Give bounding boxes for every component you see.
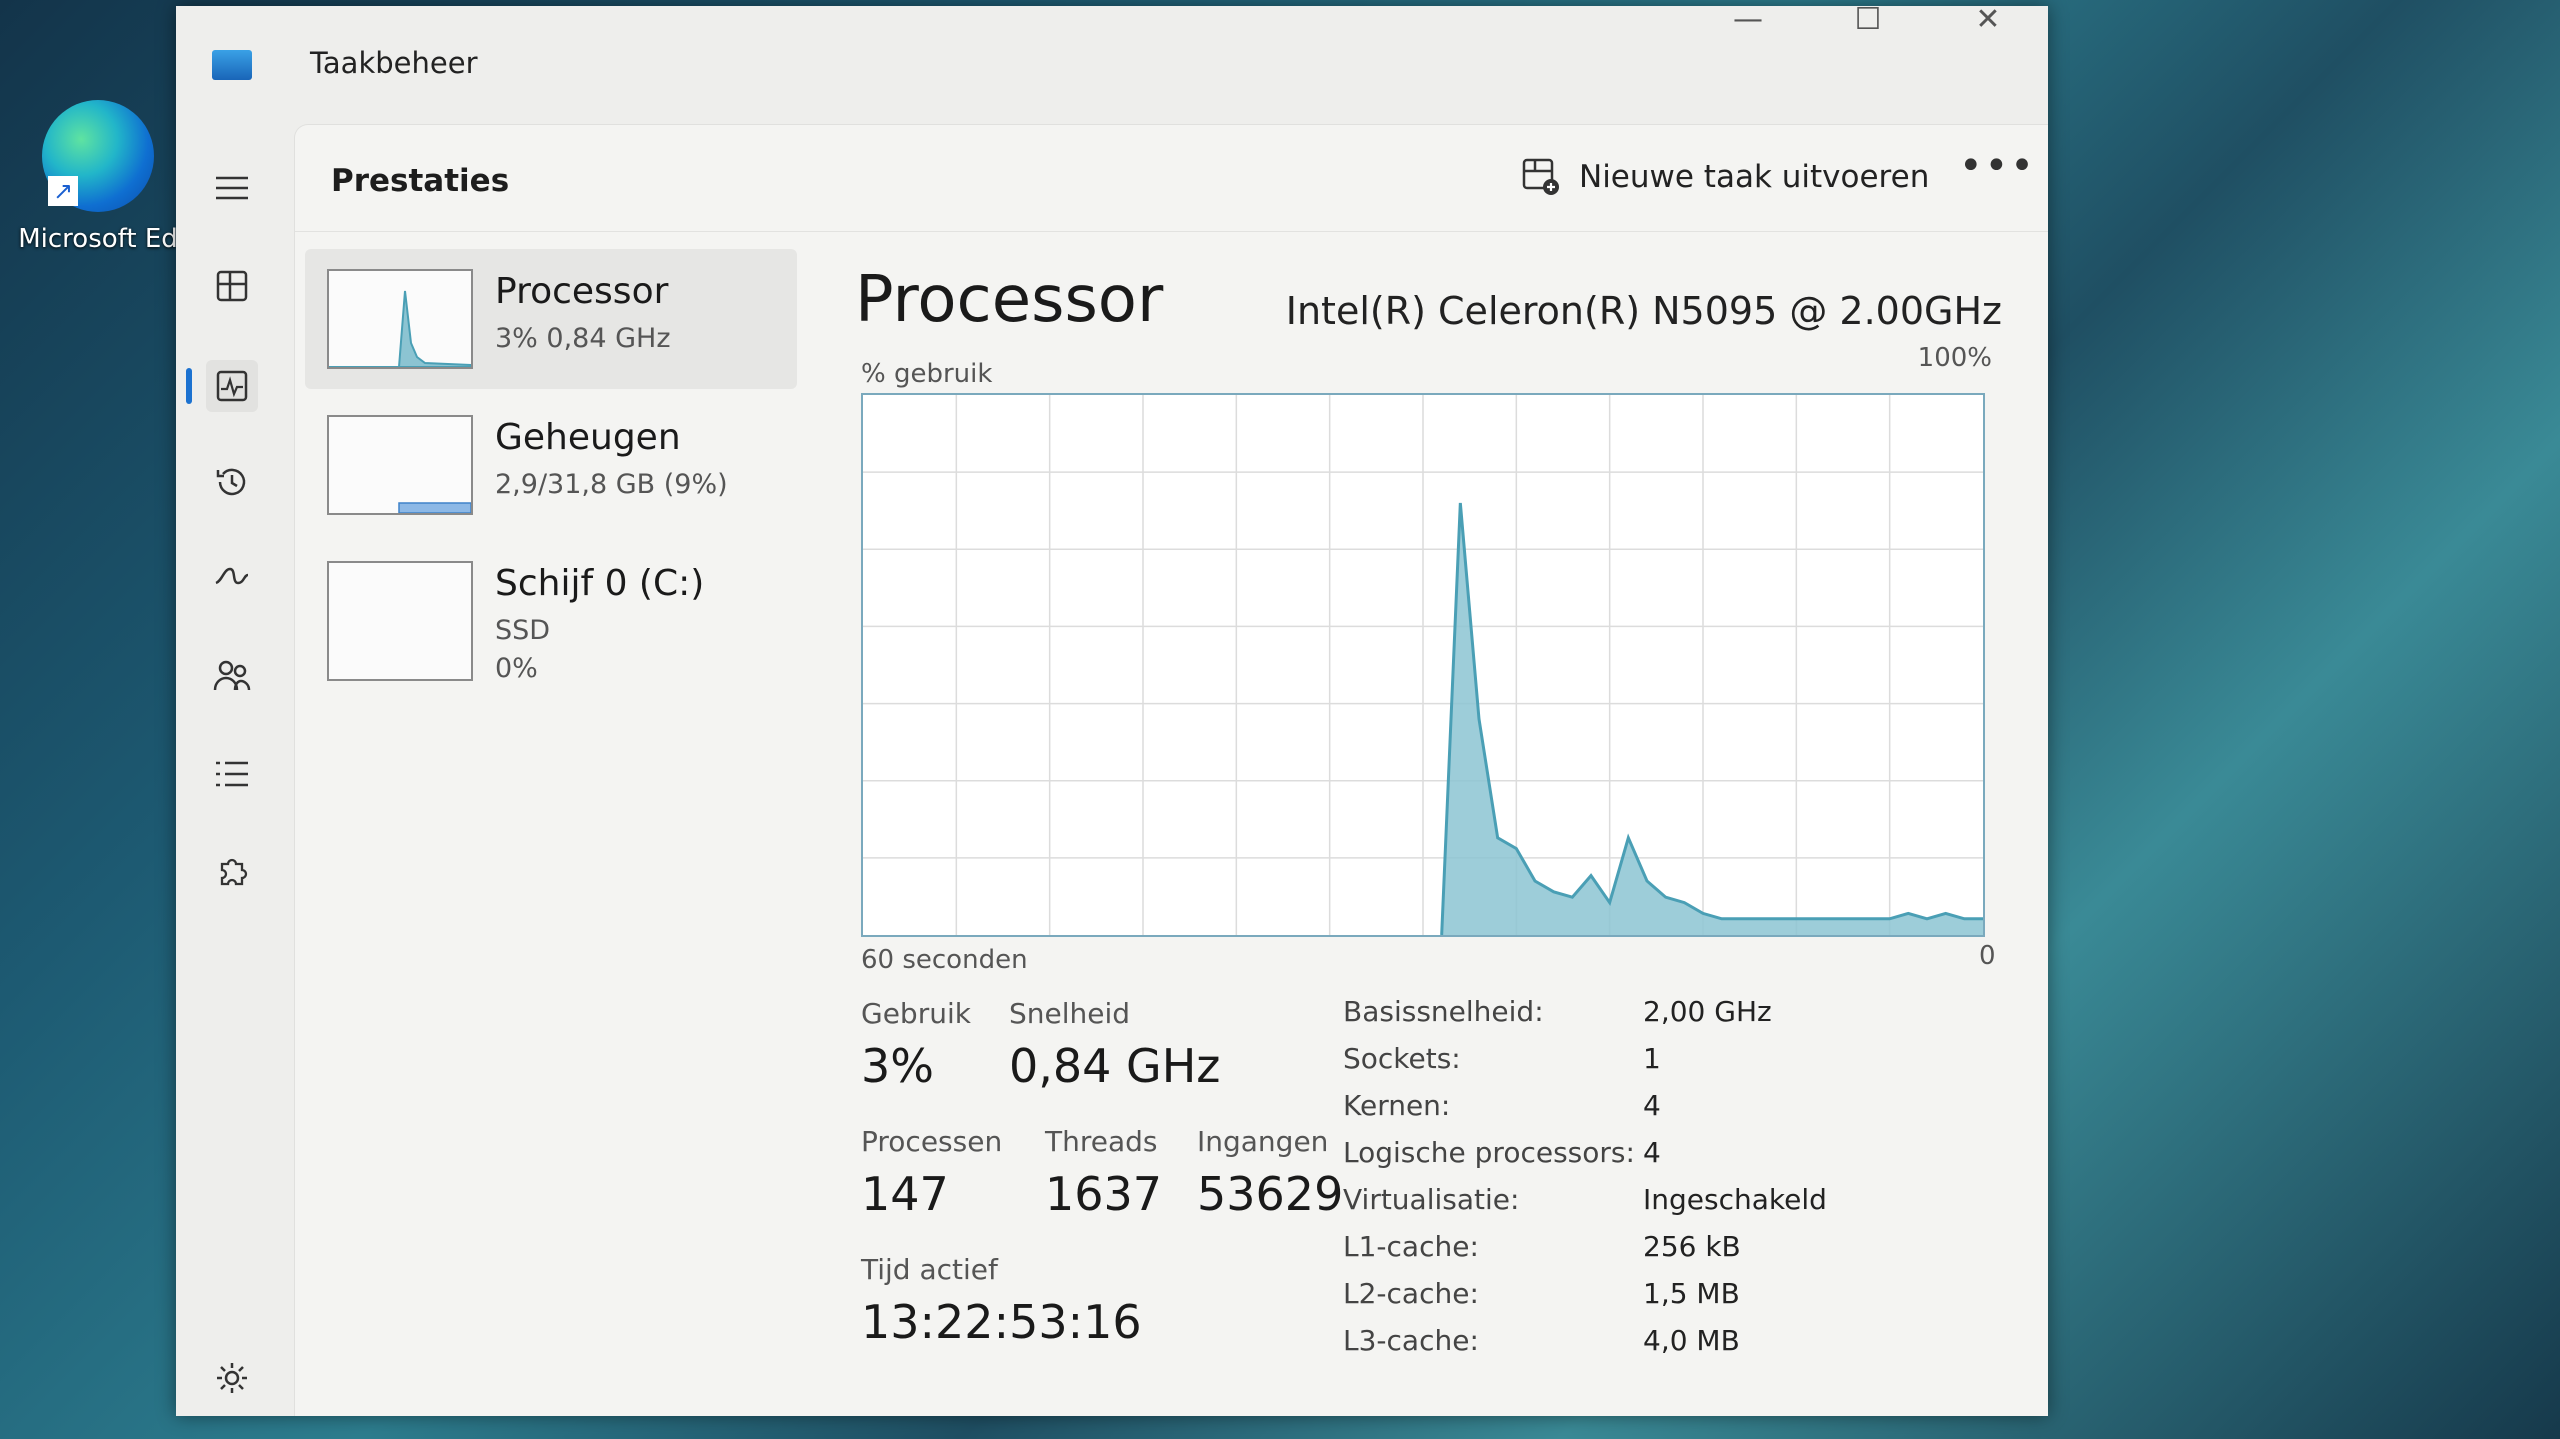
sidebar-item-label: Schijf 0 (C:) bbox=[495, 563, 705, 604]
usage-axis-label: % gebruik bbox=[861, 359, 993, 389]
startup-icon bbox=[215, 567, 249, 585]
desktop-shortcut-label: Microsoft Ed bbox=[18, 224, 178, 254]
window-title: Taakbeheer bbox=[310, 46, 478, 80]
axis-max-label: 100% bbox=[1917, 343, 1992, 373]
details-list-icon bbox=[216, 761, 248, 787]
usage-label: Gebruik bbox=[861, 997, 971, 1030]
gear-icon bbox=[217, 1363, 247, 1393]
nav-performance-button[interactable] bbox=[206, 360, 258, 412]
close-button[interactable]: ✕ bbox=[1968, 6, 2008, 37]
usage-value: 3% bbox=[861, 1039, 934, 1093]
sidebar-item-label: Processor bbox=[495, 271, 669, 312]
spec-value: 4,0 MB bbox=[1643, 1324, 1740, 1357]
sidebar-item-label: Geheugen bbox=[495, 417, 681, 458]
memory-thumbnail-graph bbox=[327, 415, 473, 515]
uptime-value: 13:22:53:16 bbox=[861, 1295, 1142, 1349]
processes-value: 147 bbox=[861, 1167, 949, 1221]
spec-key: Virtualisatie: bbox=[1343, 1183, 1520, 1216]
nav-services-button[interactable] bbox=[206, 846, 258, 898]
threads-value: 1637 bbox=[1045, 1167, 1163, 1221]
processor-details: Processor Intel(R) Celeron(R) N5095 @ 2.… bbox=[855, 249, 2008, 1416]
hamburger-menu-button[interactable] bbox=[206, 162, 258, 214]
spec-key: Logische processors: bbox=[1343, 1136, 1635, 1169]
history-icon bbox=[216, 468, 246, 496]
sidebar-item-sub: 3% 0,84 GHz bbox=[495, 323, 671, 354]
spec-value: Ingeschakeld bbox=[1643, 1183, 1827, 1216]
sidebar-item-disk[interactable]: Schijf 0 (C:) SSD 0% bbox=[305, 541, 797, 684]
cpu-usage-chart bbox=[861, 393, 1985, 937]
processes-icon bbox=[216, 270, 248, 302]
cpu-usage-area bbox=[1441, 503, 1983, 935]
spec-value: 4 bbox=[1643, 1136, 1661, 1169]
spec-value: 4 bbox=[1643, 1089, 1661, 1122]
sidebar-item-sub2: 0% bbox=[495, 653, 538, 684]
nav-startup-button[interactable] bbox=[206, 552, 258, 604]
spec-key: Kernen: bbox=[1343, 1089, 1451, 1122]
nav-details-button[interactable] bbox=[206, 748, 258, 800]
shortcut-arrow-icon: ↗ bbox=[48, 176, 78, 206]
maximize-button[interactable]: ☐ bbox=[1848, 6, 1888, 37]
processes-label: Processen bbox=[861, 1125, 1003, 1158]
more-options-button[interactable]: ••• bbox=[1959, 143, 2036, 189]
desktop-shortcut-edge[interactable]: ↗ Microsoft Ed bbox=[18, 100, 178, 254]
page-title: Prestaties bbox=[331, 163, 510, 199]
edge-icon: ↗ bbox=[42, 100, 154, 212]
spec-value: 256 kB bbox=[1643, 1230, 1741, 1263]
navigation-rail bbox=[176, 116, 288, 1416]
settings-button[interactable] bbox=[206, 1352, 258, 1404]
spec-key: Basissnelheid: bbox=[1343, 995, 1544, 1028]
handles-label: Ingangen bbox=[1197, 1125, 1329, 1158]
speed-value: 0,84 GHz bbox=[1009, 1039, 1221, 1093]
axis-min-label: 0 bbox=[1979, 941, 1996, 971]
nav-app-history-button[interactable] bbox=[206, 456, 258, 508]
sidebar-item-sub: 2,9/31,8 GB (9%) bbox=[495, 469, 728, 500]
content-area: Prestaties Nieuwe taak uitvoeren ••• Pro… bbox=[294, 124, 2048, 1416]
disk-thumbnail-graph bbox=[327, 561, 473, 681]
nav-processes-button[interactable] bbox=[206, 260, 258, 312]
detail-title: Processor bbox=[855, 263, 1164, 337]
performance-icon bbox=[216, 370, 248, 402]
new-task-button[interactable]: Nieuwe taak uitvoeren bbox=[1521, 147, 1929, 207]
nav-users-button[interactable] bbox=[206, 650, 258, 702]
services-puzzle-icon bbox=[220, 858, 248, 886]
task-manager-window: Taakbeheer — ☐ ✕ Prestaties Nieuwe taak … bbox=[176, 6, 2048, 1416]
new-task-icon bbox=[1522, 158, 1559, 195]
active-nav-indicator bbox=[186, 368, 192, 404]
task-manager-icon bbox=[212, 50, 252, 80]
spec-key: L1-cache: bbox=[1343, 1230, 1479, 1263]
new-task-label: Nieuwe taak uitvoeren bbox=[1579, 159, 1930, 195]
cpu-usage-svg bbox=[863, 395, 1983, 936]
spec-value: 1 bbox=[1643, 1042, 1661, 1075]
sidebar-item-memory[interactable]: Geheugen 2,9/31,8 GB (9%) bbox=[305, 395, 797, 535]
spec-key: Sockets: bbox=[1343, 1042, 1461, 1075]
uptime-label: Tijd actief bbox=[861, 1253, 998, 1286]
spec-value: 2,00 GHz bbox=[1643, 995, 1772, 1028]
handles-value: 53629 bbox=[1197, 1167, 1344, 1221]
title-bar: Taakbeheer — ☐ ✕ bbox=[176, 6, 2048, 116]
spec-key: L3-cache: bbox=[1343, 1324, 1479, 1357]
spec-value: 1,5 MB bbox=[1643, 1277, 1740, 1310]
spec-key: L2-cache: bbox=[1343, 1277, 1479, 1310]
speed-label: Snelheid bbox=[1009, 997, 1131, 1030]
hamburger-icon bbox=[216, 176, 248, 200]
threads-label: Threads bbox=[1045, 1125, 1158, 1158]
minimize-button[interactable]: — bbox=[1728, 6, 1768, 37]
users-icon bbox=[213, 660, 251, 691]
sidebar-item-processor[interactable]: Processor 3% 0,84 GHz bbox=[305, 249, 797, 389]
sidebar-item-sub: SSD bbox=[495, 615, 551, 646]
cpu-model: Intel(R) Celeron(R) N5095 @ 2.00GHz bbox=[1285, 289, 2002, 333]
content-header: Prestaties Nieuwe taak uitvoeren ••• bbox=[295, 125, 2048, 232]
axis-time-label: 60 seconden bbox=[861, 945, 1028, 975]
processor-thumbnail-graph bbox=[327, 269, 473, 369]
